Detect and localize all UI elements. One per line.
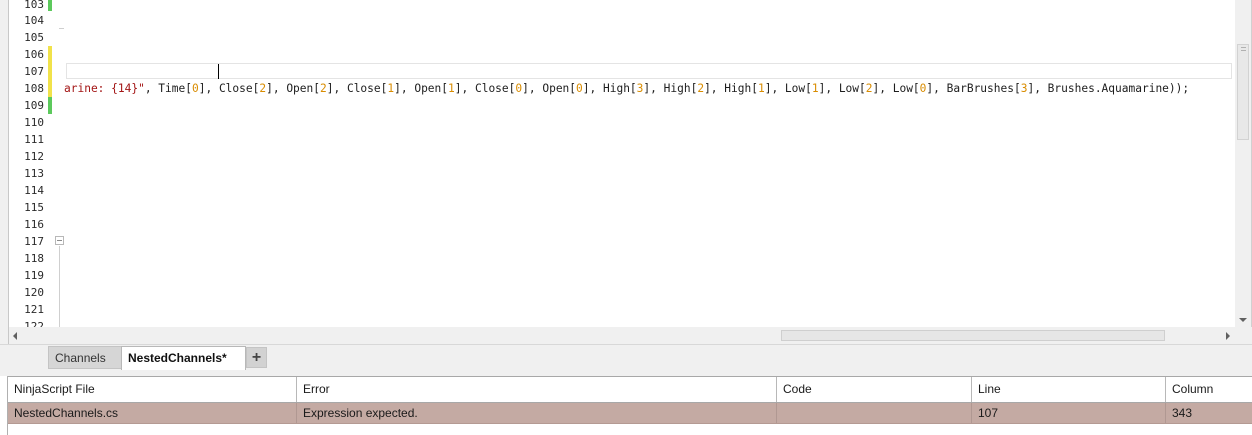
code-token: 2 — [320, 82, 327, 95]
line-number: 118 — [24, 252, 44, 265]
code-token: 2 — [865, 82, 873, 95]
line-number: 110 — [24, 116, 44, 129]
code-token: 0 — [576, 82, 583, 95]
line-number: 121 — [24, 303, 44, 316]
tab-channels[interactable]: Channels — [48, 346, 122, 369]
column-header-code[interactable]: Code — [777, 377, 972, 402]
fold-toggle-icon[interactable] — [55, 236, 64, 245]
horizontal-scrollbar[interactable] — [9, 327, 1235, 344]
code-token: ], Low[ — [818, 82, 866, 95]
code-token: ], Low[ — [764, 82, 812, 95]
saved-change-marker — [48, 0, 52, 11]
code-token: ], Brushes.Aquamarine)); — [1027, 82, 1190, 95]
column-header-file[interactable]: NinjaScript File — [8, 377, 297, 402]
scroll-left-arrow-icon[interactable] — [13, 332, 17, 340]
vertical-scroll-thumb[interactable] — [1237, 44, 1249, 140]
code-token: ], Open[ — [266, 82, 320, 95]
code-token: ], Open[ — [522, 82, 577, 95]
code-token: 0 — [191, 82, 199, 95]
line-number: 120 — [24, 286, 44, 299]
code-token: ], Close[ — [454, 82, 516, 95]
error-row[interactable]: NestedChannels.cs Expression expected. 1… — [8, 403, 1252, 424]
line-number: 113 — [24, 167, 44, 180]
error-column-cell: 343 — [1172, 406, 1193, 420]
editor-left-frame — [0, 0, 9, 344]
code-token: ], High[ — [643, 82, 698, 95]
unsaved-change-marker — [48, 46, 52, 97]
column-header-error[interactable]: Error — [297, 377, 777, 402]
line-number: 111 — [24, 133, 44, 146]
horizontal-scroll-thumb[interactable] — [781, 330, 1165, 341]
line-number: 108 — [24, 82, 44, 95]
tab-nestedchannels[interactable]: NestedChannels* — [121, 346, 246, 371]
column-header-line[interactable]: Line — [972, 377, 1166, 402]
code-token: 1 — [448, 82, 455, 95]
text-caret — [218, 64, 219, 79]
code-token: 1 — [811, 82, 819, 95]
error-message-cell: Expression expected. — [297, 403, 777, 423]
code-token: 1 — [757, 82, 765, 95]
scrollbar-corner — [1235, 327, 1252, 344]
code-token: ], High[ — [582, 82, 637, 95]
document-tab-strip: Channels NestedChannels* + — [0, 344, 1252, 371]
code-token: ], Low[ — [872, 82, 920, 95]
code-token: ], High[ — [704, 82, 758, 95]
line-number: 119 — [24, 269, 44, 282]
code-token: ], Close[ — [326, 82, 388, 95]
vertical-scrollbar[interactable] — [1235, 0, 1251, 327]
code-editor[interactable]: 103 104 105 106 107 108 109 110 111 112 … — [0, 0, 1252, 344]
error-line-cell: 107 — [972, 403, 1166, 423]
line-number: 107 — [24, 65, 44, 78]
line-number: 105 — [24, 31, 44, 44]
line-number: 104 — [24, 14, 44, 27]
line-number: 109 — [24, 99, 44, 112]
saved-change-marker — [48, 97, 52, 114]
code-token: ], Open[ — [394, 82, 449, 95]
error-code-cell — [777, 403, 972, 423]
error-file-cell: NestedChannels.cs — [8, 403, 297, 423]
line-number: 116 — [24, 218, 44, 231]
add-tab-button[interactable]: + — [246, 347, 267, 368]
code-token: arine: {14}" — [64, 82, 145, 95]
fold-guide-line — [59, 246, 60, 327]
line-number: 115 — [24, 201, 44, 214]
line-number: 106 — [24, 48, 44, 61]
scroll-down-arrow-icon[interactable] — [1239, 318, 1247, 322]
code-token: ], BarBrushes[ — [926, 82, 1021, 95]
line-number: 114 — [24, 184, 44, 197]
scroll-right-arrow-icon[interactable] — [1226, 332, 1230, 340]
line-number: 112 — [24, 150, 44, 163]
line-number: 122 — [24, 320, 44, 327]
error-list-header: NinjaScript File Error Code Line Column — [8, 376, 1252, 403]
current-line-highlight — [66, 63, 1232, 79]
code-token: ], Close[ — [198, 82, 260, 95]
error-list-grid: NinjaScript File Error Code Line Column … — [7, 376, 1252, 435]
code-token: , Time[ — [144, 82, 192, 95]
column-header-column[interactable]: Column — [1166, 377, 1252, 402]
line-number: 117 — [24, 235, 44, 248]
code-line-108: arine: {14}", Time[0], Close[2], Open[2]… — [64, 80, 1189, 97]
scroll-grip-icon — [1241, 50, 1246, 51]
scroll-grip-icon — [1241, 47, 1246, 48]
code-text-area[interactable]: arine: {14}", Time[0], Close[2], Open[2]… — [64, 0, 1234, 327]
line-number-gutter: 103 104 105 106 107 108 109 110 111 112 … — [9, 0, 49, 327]
